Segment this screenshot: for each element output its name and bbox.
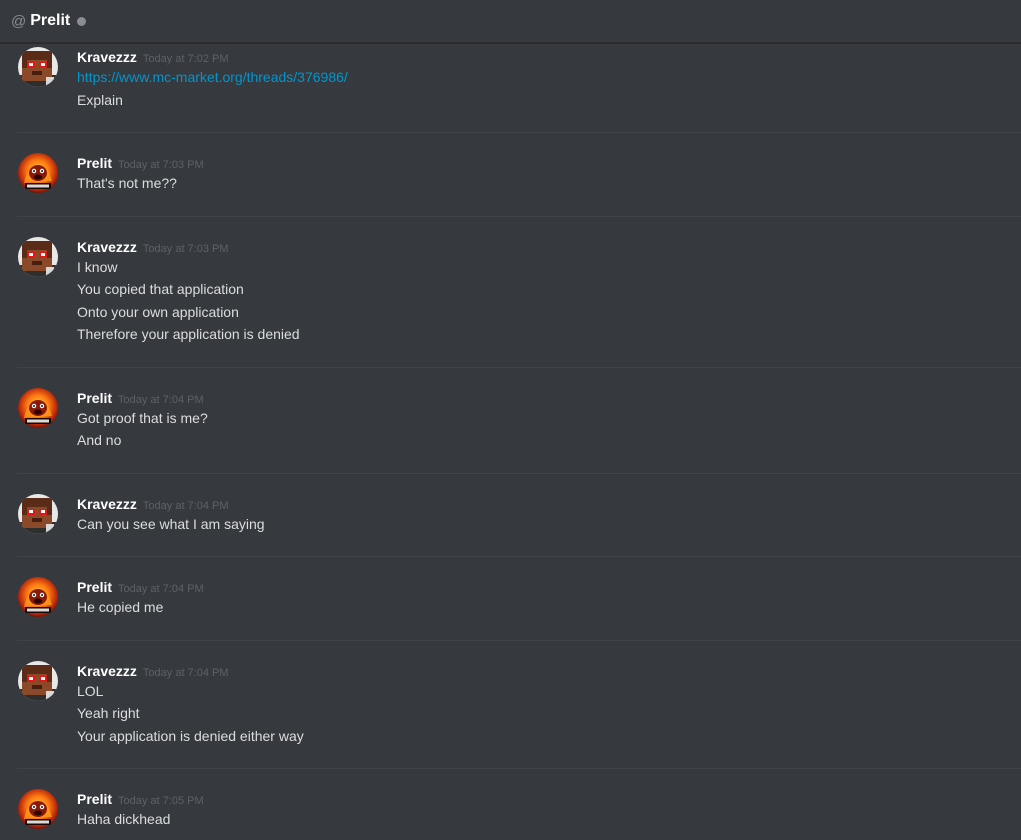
status-offline-icon	[77, 16, 87, 26]
message-text: Can you see what I am saying	[77, 515, 265, 532]
username[interactable]: Kravezzz	[77, 239, 137, 255]
message-group[interactable]: Kravezzz Today at 7:02 PM https://www.mc-m…	[17, 44, 1021, 133]
message-header: Prelit Today at 7:03 PM	[77, 155, 204, 171]
message-text: He copied me	[77, 599, 164, 615]
message-text: Explain	[77, 91, 123, 108]
message-text: LOL	[77, 682, 104, 699]
message-body: LOL Yeah right Your application is denied …	[77, 680, 304, 748]
avatar[interactable]	[18, 47, 58, 87]
timestamp: Today at 7:05 PM	[118, 795, 204, 807]
username[interactable]: Prelit	[77, 579, 112, 595]
avatar[interactable]	[18, 236, 58, 277]
username[interactable]: Kravezzz	[77, 663, 137, 679]
message-body: Can you see what I am saying	[77, 513, 265, 536]
avatar[interactable]	[18, 577, 58, 617]
message-body: Haha dickhead	[77, 808, 170, 831]
message-body: He copied me	[77, 596, 163, 619]
message-body: https://www.mc-market.org/threads/376986…	[77, 66, 348, 111]
message-text: I know	[77, 258, 118, 275]
message-text: Got proof that is me?	[77, 409, 208, 426]
message-header: Kravezzz Today at 7:03 PM	[77, 239, 229, 255]
avatar[interactable]	[18, 153, 58, 193]
username[interactable]: Kravezzz	[77, 496, 137, 512]
message-text: Yeah right	[77, 705, 140, 721]
username[interactable]: Prelit	[77, 390, 112, 406]
username[interactable]: Prelit	[77, 155, 112, 171]
timestamp: Today at 7:04 PM	[118, 583, 204, 595]
message-group[interactable]: Prelit Today at 7:03 PM That's not me??	[17, 150, 1021, 217]
message-header: Kravezzz Today at 7:04 PM	[77, 496, 229, 512]
username[interactable]: Kravezzz	[77, 49, 137, 65]
message-group[interactable]: Prelit Today at 7:04 PM He copied me	[17, 574, 1021, 641]
message-body: Got proof that is me? And no	[77, 407, 208, 452]
message-group[interactable]: Kravezzz Today at 7:04 PM Can you see what…	[17, 491, 1021, 557]
avatar[interactable]	[18, 493, 58, 534]
avatar[interactable]	[18, 660, 58, 701]
timestamp: Today at 7:03 PM	[118, 159, 204, 171]
message-body: That's not me??	[77, 172, 177, 195]
message-body: I know You copied that application Onto yo…	[77, 256, 300, 346]
message-group[interactable]: Prelit Today at 7:04 PM Got proof that is …	[17, 385, 1021, 474]
timestamp: Today at 7:04 PM	[118, 393, 204, 406]
message-text: You copied that application	[77, 281, 244, 297]
message-text: Onto your own application	[77, 303, 239, 320]
message-text: Your application is denied either way	[77, 727, 304, 744]
message-header: Kravezzz Today at 7:02 PM	[77, 49, 229, 65]
username[interactable]: Prelit	[77, 791, 112, 807]
message-text: And no	[77, 432, 122, 448]
dm-recipient-name[interactable]: Prelit	[30, 12, 70, 30]
message-header: Prelit Today at 7:05 PM	[77, 791, 204, 807]
message-link[interactable]: https://www.mc-market.org/threads/376986…	[77, 66, 348, 89]
channel-header: @ Prelit	[0, 0, 1021, 43]
message-text: Therefore your application is denied	[77, 326, 300, 342]
message-text: Haha dickhead	[77, 811, 171, 827]
message-header: Prelit Today at 7:04 PM	[77, 579, 204, 595]
timestamp: Today at 7:04 PM	[142, 499, 229, 512]
avatar[interactable]	[18, 789, 58, 829]
message-group[interactable]: Kravezzz Today at 7:04 PM LOL Yeah right You…	[17, 658, 1021, 769]
message-list[interactable]: Kravezzz Today at 7:02 PM https://www.mc-m…	[0, 44, 1021, 840]
timestamp: Today at 7:02 PM	[142, 53, 229, 65]
avatar[interactable]	[18, 387, 58, 428]
message-header: Prelit Today at 7:04 PM	[77, 390, 204, 406]
timestamp: Today at 7:04 PM	[142, 666, 229, 679]
timestamp: Today at 7:03 PM	[142, 242, 229, 255]
message-header: Kravezzz Today at 7:04 PM	[77, 663, 229, 679]
message-group[interactable]: Prelit Today at 7:05 PM Haha dickhead	[17, 786, 1021, 840]
at-symbol-icon: @	[11, 12, 27, 30]
message-text: That's not me??	[77, 175, 177, 191]
message-group[interactable]: Kravezzz Today at 7:03 PM I know You copied…	[17, 234, 1021, 368]
